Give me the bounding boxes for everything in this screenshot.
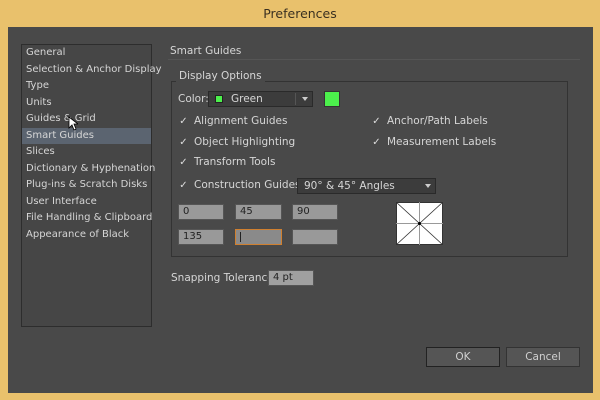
checkmark-icon: ✓ <box>179 156 188 168</box>
chevron-down-icon <box>302 97 308 101</box>
sidebar-item-units[interactable]: Units <box>22 95 151 112</box>
sidebar-item-general[interactable]: General <box>22 45 151 62</box>
color-swatch[interactable] <box>324 91 340 107</box>
checkmark-icon: ✓ <box>372 115 381 127</box>
ok-button[interactable]: OK <box>426 347 500 367</box>
angle-input-4[interactable]: 135 <box>178 229 224 245</box>
display-options-group <box>171 81 568 257</box>
category-list[interactable]: General Selection & Anchor Display Type … <box>21 44 162 327</box>
transform-tools-checkbox[interactable]: ✓ Transform Tools <box>178 156 275 168</box>
angle-input-3[interactable]: 90 <box>292 204 338 220</box>
sidebar-item-slices[interactable]: Slices <box>22 144 151 161</box>
checkmark-icon: ✓ <box>179 115 188 127</box>
color-label: Color: <box>178 93 209 105</box>
construction-value: 90° & 45° Angles <box>304 180 395 192</box>
sidebar-item-smart-guides[interactable]: Smart Guides <box>22 127 151 144</box>
angle-preview-icon <box>396 202 443 245</box>
angle-input-5[interactable] <box>235 229 282 245</box>
color-chip-icon <box>215 95 223 103</box>
angle-input-2[interactable]: 45 <box>235 204 282 220</box>
checkbox-label: Alignment Guides <box>194 115 288 127</box>
alignment-guides-checkbox[interactable]: ✓ Alignment Guides <box>178 115 287 127</box>
group-label: Display Options <box>176 70 265 82</box>
construction-guides-checkbox[interactable]: ✓ Construction Guides: <box>178 179 304 191</box>
sidebar-item-selection[interactable]: Selection & Anchor Display <box>22 62 162 79</box>
cancel-button[interactable]: Cancel <box>506 347 580 367</box>
sidebar-item-guides-grid[interactable]: Guides & Grid <box>22 111 151 128</box>
checkbox-label: Anchor/Path Labels <box>387 115 488 127</box>
mouse-cursor-icon <box>68 116 78 131</box>
checkmark-icon: ✓ <box>372 136 381 148</box>
sidebar-item-file-handling[interactable]: File Handling & Clipboard <box>22 210 152 227</box>
color-value: Green <box>231 93 263 105</box>
checkmark-icon: ✓ <box>179 179 188 191</box>
section-title: Smart Guides <box>170 45 242 57</box>
checkbox-label: Measurement Labels <box>387 136 497 148</box>
divider <box>168 59 580 60</box>
angle-input-1[interactable]: 0 <box>178 204 224 220</box>
snapping-tolerance-label: Snapping Tolerance: <box>171 272 278 284</box>
measurement-labels-checkbox[interactable]: ✓ Measurement Labels <box>371 136 496 148</box>
anchor-path-labels-checkbox[interactable]: ✓ Anchor/Path Labels <box>371 115 488 127</box>
snapping-tolerance-input[interactable]: 4 pt <box>268 270 314 286</box>
window-title: Preferences <box>263 6 337 21</box>
sidebar-item-user-interface[interactable]: User Interface <box>22 194 151 211</box>
angle-input-6[interactable] <box>292 229 338 245</box>
object-highlighting-checkbox[interactable]: ✓ Object Highlighting <box>178 136 295 148</box>
construction-angles-dropdown[interactable]: 90° & 45° Angles <box>297 178 436 194</box>
checkbox-label: Transform Tools <box>194 156 276 168</box>
sidebar-item-dictionary[interactable]: Dictionary & Hyphenation <box>22 161 155 178</box>
sidebar-item-plugins[interactable]: Plug-ins & Scratch Disks <box>22 177 151 194</box>
color-dropdown[interactable]: Green <box>208 91 313 107</box>
text-cursor <box>240 232 241 242</box>
checkbox-label: Object Highlighting <box>194 136 296 148</box>
sidebar-item-type[interactable]: Type <box>22 78 151 95</box>
chevron-down-icon <box>425 184 431 188</box>
checkmark-icon: ✓ <box>179 136 188 148</box>
checkbox-label: Construction Guides: <box>194 179 305 191</box>
sidebar-item-appearance-black[interactable]: Appearance of Black <box>22 227 151 244</box>
